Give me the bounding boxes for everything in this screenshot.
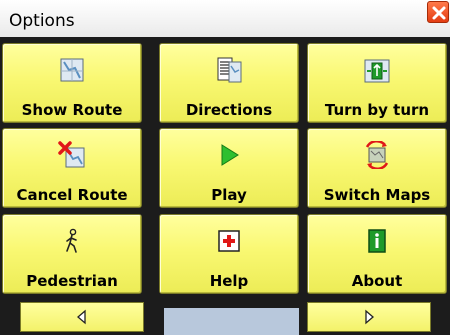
about-icon: [368, 229, 386, 253]
about-button[interactable]: About: [307, 214, 447, 294]
directions-button[interactable]: Directions: [159, 43, 299, 123]
pedestrian-label: Pedestrian: [26, 272, 118, 290]
next-page-button[interactable]: [307, 302, 431, 332]
help-icon: [218, 230, 240, 252]
play-button[interactable]: Play: [159, 128, 299, 208]
switch-maps-label: Switch Maps: [323, 186, 431, 204]
turn-by-turn-icon: [364, 59, 390, 83]
turn-by-turn-label: Turn by turn: [324, 101, 430, 119]
cancel-route-icon: [58, 141, 85, 168]
pedestrian-icon: [66, 228, 77, 253]
arrow-right-icon: [365, 309, 374, 325]
switch-maps-icon: [365, 141, 389, 169]
arrow-left-icon: [77, 309, 86, 325]
directions-label: Directions: [185, 101, 273, 119]
pedestrian-button[interactable]: Pedestrian: [2, 214, 142, 294]
show-route-label: Show Route: [21, 101, 123, 119]
show-route-icon: [60, 58, 84, 82]
cancel-route-button[interactable]: Cancel Route: [2, 128, 142, 208]
help-label: Help: [209, 272, 249, 290]
switch-maps-button[interactable]: Switch Maps: [307, 128, 447, 208]
turn-by-turn-button[interactable]: Turn by turn: [307, 43, 447, 123]
help-button[interactable]: Help: [159, 214, 299, 294]
close-icon: [432, 6, 446, 20]
about-label: About: [351, 272, 403, 290]
directions-icon: [217, 57, 242, 83]
options-grid: Show Route Directions Turn by turn Cance…: [0, 37, 450, 335]
page-indicator-area: [164, 308, 299, 335]
close-button[interactable]: [427, 1, 449, 23]
play-icon: [221, 144, 239, 166]
previous-page-button[interactable]: [20, 302, 144, 332]
cancel-route-label: Cancel Route: [16, 186, 128, 204]
show-route-button[interactable]: Show Route: [2, 43, 142, 123]
play-label: Play: [211, 186, 247, 204]
title-bar: Options: [0, 0, 450, 37]
window-title: Options: [9, 11, 75, 31]
